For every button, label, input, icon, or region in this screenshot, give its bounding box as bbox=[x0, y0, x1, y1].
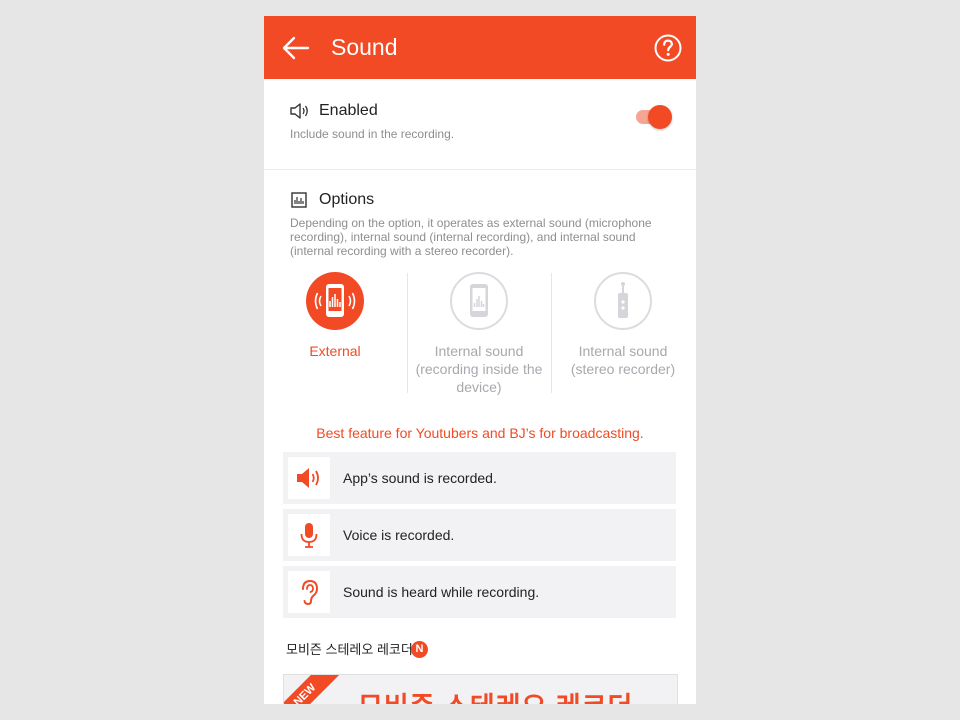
phone-internal-icon bbox=[470, 284, 488, 317]
option-divider bbox=[551, 273, 552, 393]
option-stereo-label-line-2: (stereo recorder) bbox=[570, 361, 676, 377]
option-external-label-line: External bbox=[309, 343, 361, 359]
banner-text: 모비즌 스테레오 레코더 bbox=[358, 685, 633, 704]
option-stereo-label-line-1: Internal sound bbox=[578, 343, 668, 359]
option-external-circle bbox=[306, 272, 364, 330]
feature-row: App’s sound is recorded. bbox=[283, 452, 676, 504]
speaker-volume-icon bbox=[297, 468, 319, 488]
option-internal-circle bbox=[450, 272, 508, 330]
feature-text: App’s sound is recorded. bbox=[343, 470, 497, 486]
enabled-title: Enabled bbox=[319, 102, 378, 119]
enabled-description: Include sound in the recording. bbox=[290, 127, 455, 141]
option-internal-label-line-1: Internal sound bbox=[434, 343, 524, 359]
feature-text: Voice is recorded. bbox=[343, 527, 455, 543]
options-title: Options bbox=[319, 191, 375, 208]
back-button[interactable] bbox=[278, 32, 312, 64]
new-ribbon: NEW bbox=[284, 675, 344, 704]
microphone-icon bbox=[300, 523, 318, 548]
option-internal-label: Internal sound (recording inside the dev… bbox=[409, 342, 549, 396]
ear-icon bbox=[302, 579, 319, 606]
option-stereo-circle bbox=[594, 272, 652, 330]
feature-text: Sound is heard while recording. bbox=[343, 584, 540, 600]
new-badge: N bbox=[411, 641, 428, 658]
sound-settings-screen: Sound Enabled Include sound in the recor… bbox=[264, 16, 696, 704]
arrow-left-icon bbox=[282, 36, 310, 60]
feature-row: Sound is heard while recording. bbox=[283, 566, 676, 618]
option-external[interactable]: External bbox=[265, 272, 405, 402]
question-circle-icon bbox=[654, 34, 682, 62]
speaker-icon bbox=[290, 103, 308, 119]
enabled-toggle[interactable] bbox=[635, 105, 673, 129]
option-internal-label-line-2: (recording inside the bbox=[415, 361, 543, 377]
feature-icon-box bbox=[288, 457, 330, 499]
option-divider bbox=[407, 273, 408, 393]
feature-row: Voice is recorded. bbox=[283, 509, 676, 561]
promo-title: 모비즌 스테레오 레코더 bbox=[286, 642, 413, 657]
feature-icon-box bbox=[288, 571, 330, 613]
option-internal-sound[interactable]: Internal sound (recording inside the dev… bbox=[409, 272, 549, 402]
page-title: Sound bbox=[331, 34, 398, 60]
options-description-line-2: recording), internal sound (internal rec… bbox=[290, 230, 636, 244]
option-external-label: External bbox=[265, 342, 405, 360]
help-button[interactable] bbox=[653, 33, 683, 63]
option-stereo-recorder[interactable]: Internal sound (stereo recorder) bbox=[553, 272, 693, 402]
option-internal-label-line-3: device) bbox=[456, 379, 502, 395]
app-bar: Sound bbox=[264, 16, 696, 79]
toggle-knob bbox=[648, 105, 672, 129]
options-description-line-3: (internal recording with a stereo record… bbox=[290, 244, 514, 258]
highlight-text: Best feature for Youtubers and BJ’s for … bbox=[316, 425, 644, 441]
feature-icon-box bbox=[288, 514, 330, 556]
equalizer-image-icon bbox=[291, 192, 307, 208]
enabled-setting-row: Enabled Include sound in the recording. bbox=[264, 79, 696, 170]
option-stereo-label: Internal sound (stereo recorder) bbox=[553, 342, 693, 378]
phone-sound-icon bbox=[314, 284, 356, 317]
options-description-line-1: Depending on the option, it operates as … bbox=[290, 216, 652, 230]
stereo-recorder-icon bbox=[618, 282, 628, 318]
promo-banner[interactable]: NEW 모비즌 스테레오 레코더 bbox=[283, 674, 678, 704]
